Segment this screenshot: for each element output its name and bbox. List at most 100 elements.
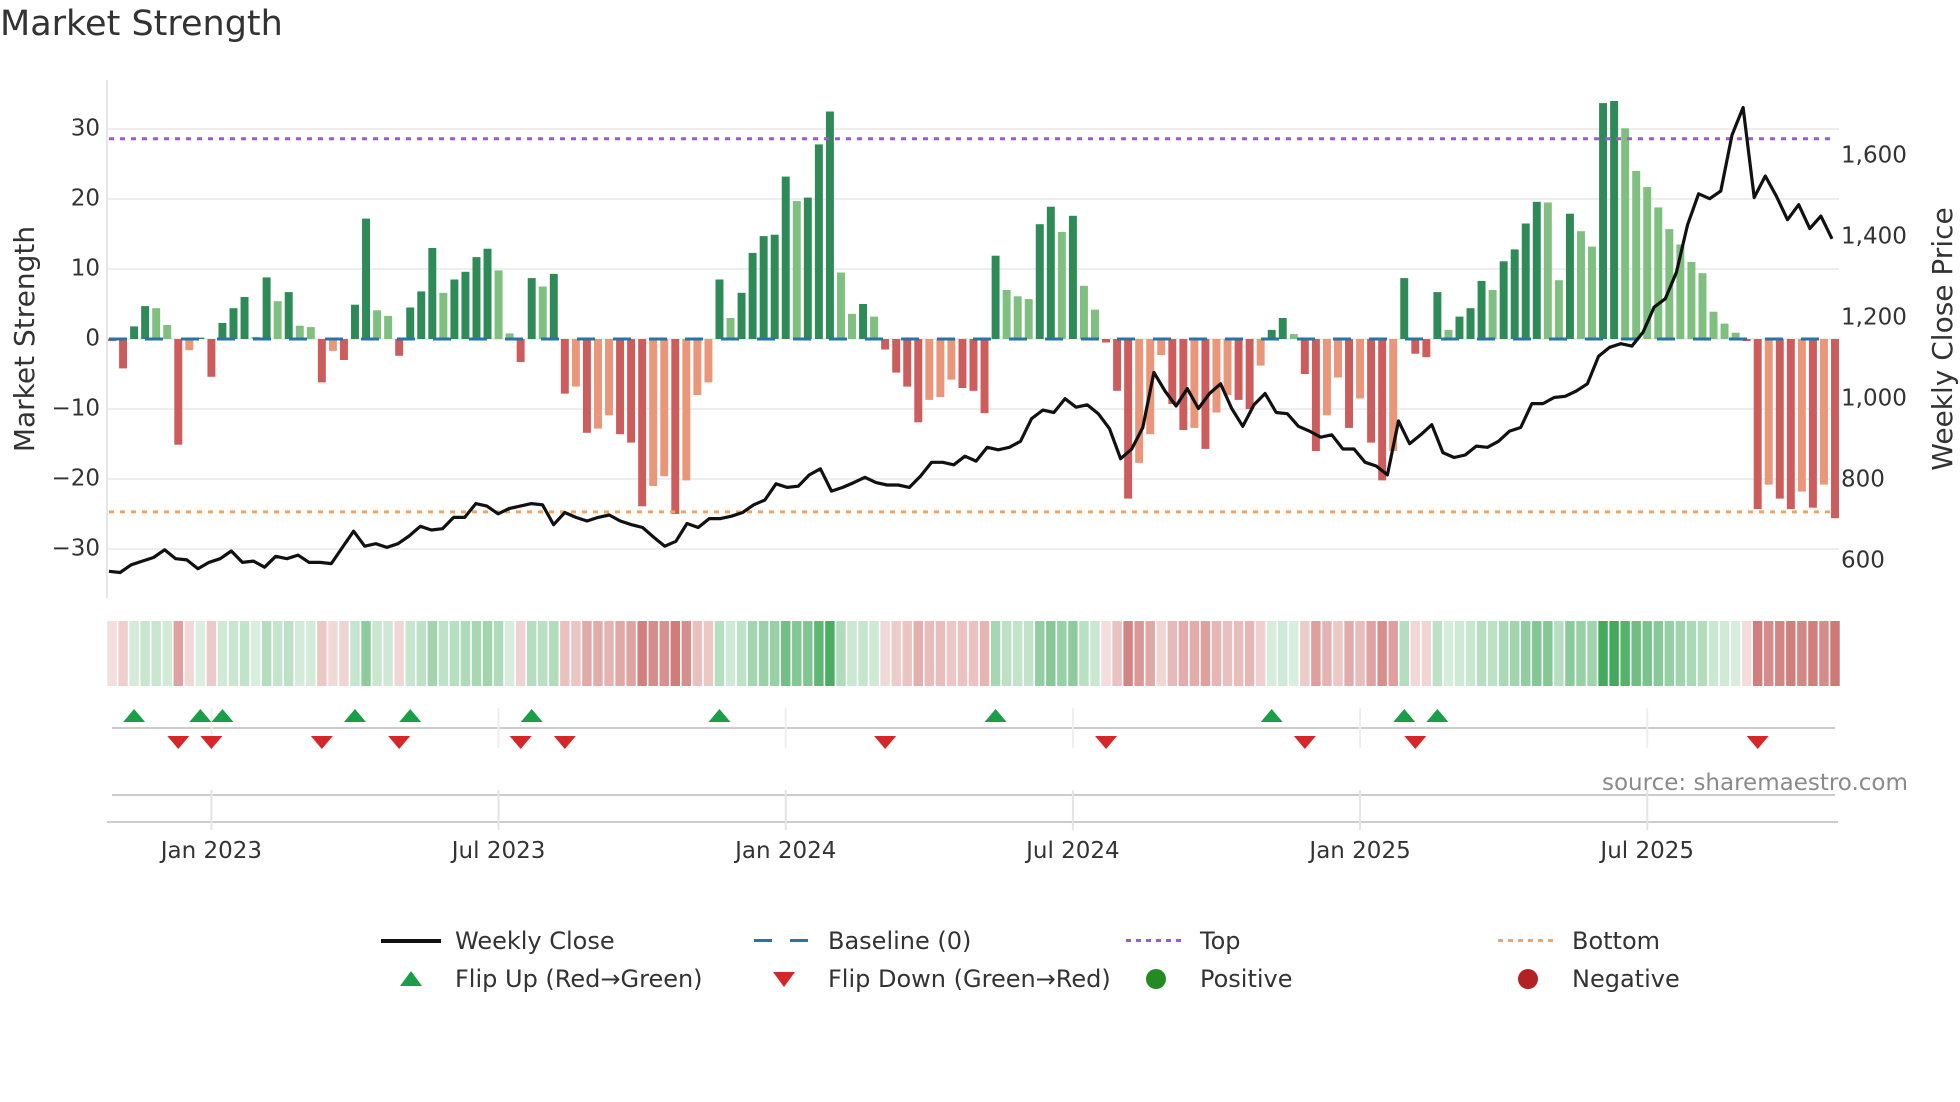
heat-cell [703,621,714,686]
y2-axis-title: Weekly Close Price [1926,207,1959,470]
heat-cell [1112,621,1122,686]
x-tick-label: Jan 2024 [733,838,836,864]
strength-bar [1378,339,1387,481]
strength-bar [1576,231,1585,339]
heat-cell [1399,621,1409,686]
strength-bar [1367,339,1376,443]
heat-cell [836,621,846,686]
strength-bar [726,318,735,339]
strength-bar [803,197,812,339]
heat-cell [1057,621,1067,686]
heat-cell [1167,621,1178,686]
heat-cell [1620,621,1630,686]
heat-cell [648,621,658,686]
heat-cell [383,621,393,686]
heat-cell [659,621,669,686]
strength-bar [660,339,669,477]
strength-bar [1079,285,1088,339]
heat-cell [1101,621,1111,686]
strength-bar [560,339,569,394]
strength-bar [649,339,658,486]
strength-bar [1300,339,1309,374]
strength-bar [328,339,337,351]
legend-bottom: Bottom [1498,926,1660,956]
heat-cell [1255,621,1266,686]
heat-cell [1311,621,1321,686]
strength-bar [1024,299,1033,339]
y-tick-label: −30 [51,536,100,562]
flip-down-marker [1293,736,1316,749]
heat-cell [1410,621,1421,686]
flip-up-marker [1393,709,1416,722]
strength-bar [781,176,790,339]
heat-cell [1046,621,1056,686]
strength-bar [1521,223,1530,339]
heat-cell [1068,621,1078,686]
strength-bar [1610,101,1619,339]
heat-cell [1300,621,1310,686]
heat-cell [714,621,725,686]
heat-cell [538,621,548,686]
heat-cell [990,621,1001,686]
heat-cell [1576,621,1586,686]
heat-cell [1024,621,1034,686]
heat-cell [1653,621,1664,686]
strength-bar [1588,246,1596,339]
flip-up-marker [1426,709,1449,722]
strength-bar [1786,339,1795,510]
strength-bar [704,339,713,383]
flip-up-marker [708,709,731,722]
heat-cell [283,621,294,686]
heat-cell [1266,621,1277,686]
strength-bar [428,248,437,339]
heat-cell [118,621,128,686]
heat-cell [339,621,349,686]
strength-bar [1565,213,1574,339]
strength-bar [1819,339,1828,485]
strength-bar [991,255,1000,339]
y-tick-label: 0 [85,326,100,352]
heat-cell [1598,621,1608,686]
heat-cell [593,621,603,686]
strength-bar [1091,309,1099,339]
strength-bar [1532,201,1541,339]
flip-up-marker [189,709,212,722]
strength-bar [693,339,702,395]
dashed-line-swatch-icon [754,926,814,956]
strength-bar [174,339,183,445]
heat-cell [1498,621,1509,686]
heat-cell [1454,621,1465,686]
legend-label: Negative [1572,965,1680,993]
heat-cell [814,621,824,686]
flip-down-marker [200,736,223,749]
strength-bar [870,316,879,339]
heat-cell [847,621,857,686]
strength-bar [1499,261,1508,339]
heat-cell [725,621,736,686]
strength-bar [306,327,315,339]
strength-bar [737,292,746,339]
strength-bar [1455,316,1464,339]
heat-cell [405,621,415,686]
strength-bar [1698,273,1707,339]
strength-bar [1212,339,1221,413]
heat-cell [880,621,890,686]
strength-bar [1621,128,1630,339]
strength-bar [1775,339,1784,499]
strength-bar [627,339,636,443]
strength-bar [1753,339,1762,510]
strength-bar [295,325,304,339]
strength-bar [1057,231,1066,339]
x-tick-label: Jul 2024 [1024,838,1120,864]
heat-cell [394,621,404,686]
flip-down-marker [1404,736,1427,749]
line-swatch-icon [381,926,441,956]
y2-tick-label: 800 [1841,467,1885,493]
strength-bar [1466,308,1475,339]
heat-cell [239,621,250,686]
strength-bar [1477,280,1486,339]
heat-cell [549,621,559,686]
flip-up-marker [1260,709,1283,722]
strength-bar [1488,290,1497,339]
heat-cell [1211,621,1222,686]
